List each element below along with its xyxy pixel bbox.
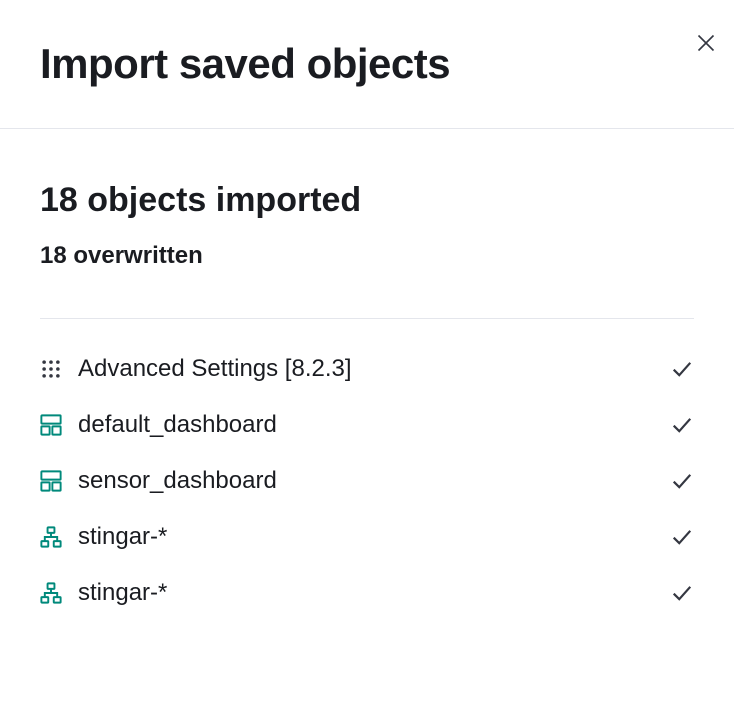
page-title: Import saved objects — [40, 40, 694, 88]
index-pattern-icon — [40, 582, 62, 604]
divider — [40, 318, 694, 319]
list-item: stingar-* — [40, 523, 694, 551]
flyout-header: Import saved objects — [0, 0, 734, 129]
flyout-body: 18 objects imported 18 overwritten Advan… — [0, 129, 734, 607]
list-item: stingar-* — [40, 579, 694, 607]
dashboard-icon — [40, 414, 62, 436]
close-icon — [696, 33, 716, 56]
object-label: stingar-* — [78, 579, 654, 607]
index-pattern-icon — [40, 526, 62, 548]
import-summary-count: 18 objects imported — [40, 181, 694, 220]
check-icon — [670, 469, 694, 493]
object-label: stingar-* — [78, 523, 654, 551]
close-button[interactable] — [690, 28, 722, 60]
dashboard-icon — [40, 470, 62, 492]
advanced-settings-icon — [40, 358, 62, 380]
imported-objects-list: Advanced Settings [8.2.3] default_dashbo… — [40, 355, 694, 607]
list-item: default_dashboard — [40, 411, 694, 439]
import-overwritten-count: 18 overwritten — [40, 242, 694, 270]
object-label: Advanced Settings [8.2.3] — [78, 355, 654, 383]
list-item: sensor_dashboard — [40, 467, 694, 495]
object-label: sensor_dashboard — [78, 467, 654, 495]
check-icon — [670, 413, 694, 437]
check-icon — [670, 357, 694, 381]
object-label: default_dashboard — [78, 411, 654, 439]
check-icon — [670, 525, 694, 549]
list-item: Advanced Settings [8.2.3] — [40, 355, 694, 383]
check-icon — [670, 581, 694, 605]
